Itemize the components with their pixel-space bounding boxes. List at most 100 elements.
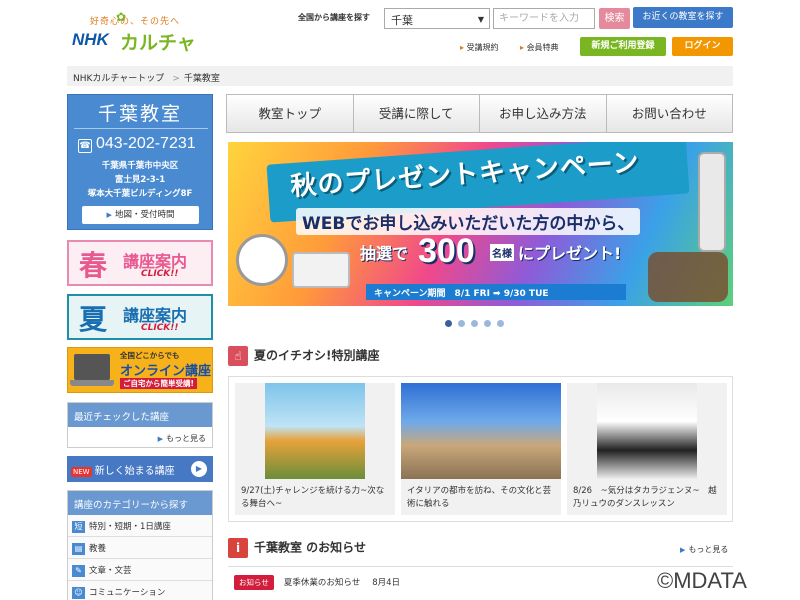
recently-viewed-box: 最近チェックした講座 ▶ もっと見る	[67, 402, 213, 448]
category-item[interactable]: ☺ コミュニケーション	[68, 581, 212, 600]
notice-heading: i 千葉教室 のお知らせ	[228, 538, 366, 558]
recommend-heading: ☝ 夏のイチオシ!特別講座	[228, 346, 379, 366]
online-courses-banner[interactable]: 全国どこからでも オンライン講座 ご自宅から簡単受講!	[67, 347, 213, 393]
laptop-icon	[70, 354, 114, 386]
new-courses-button[interactable]: NEW 新しく始まる講座 ▶	[67, 456, 213, 482]
people-icon: ☺	[72, 586, 85, 599]
notice-item-title: 夏季休業のお知らせ	[283, 578, 361, 588]
course-caption: 8/26 ~気分はタカラジェンヌ~ 越乃リュウのダンスレッスン	[573, 486, 717, 509]
notice-title: 千葉教室 のお知らせ	[254, 540, 366, 555]
member-link[interactable]: ▸ 会員特典	[520, 42, 559, 53]
spring-kanji: 春	[79, 249, 108, 282]
notice-date: 8月4日	[372, 578, 401, 588]
divider	[74, 128, 208, 129]
nav-school-top[interactable]: 教室トップ	[227, 95, 354, 132]
nhk-culture-logo[interactable]: 好奇心の、その先へ ✿ NHK カルチャー	[70, 8, 210, 81]
gloves-icon	[648, 252, 728, 302]
summer-courses-banner[interactable]: 夏 講座案内 CLICK!!	[67, 294, 213, 340]
course-caption: 9/27(土)チャレンジを続ける力~次なる舞台へ~	[241, 486, 385, 509]
category-label: コミュニケーション	[89, 588, 166, 598]
carousel-dot[interactable]	[497, 320, 504, 327]
online-line-3: ご自宅から簡単受講!	[120, 378, 197, 389]
logo-tagline: 好奇心の、その先へ	[90, 17, 181, 27]
campaign-lottery: 抽選で	[360, 244, 409, 263]
map-hours-label: 地図・受付時間	[114, 210, 175, 220]
campaign-present: にプレゼント!	[518, 244, 622, 263]
carousel-dot[interactable]	[484, 320, 491, 327]
spring-courses-banner[interactable]: 春 講座案内 CLICK!!	[67, 240, 213, 286]
nav-attendance[interactable]: 受講に際して	[354, 95, 480, 132]
nearby-school-button[interactable]: お近くの教室を探す	[633, 7, 733, 28]
new-badge: NEW	[71, 467, 92, 477]
breadcrumb-home[interactable]: NHKカルチャートップ	[73, 74, 164, 84]
triangle-right-icon: ▶	[680, 546, 686, 554]
notice-more-label: もっと見る	[688, 545, 729, 554]
course-photo	[401, 383, 561, 479]
info-icon: i	[228, 538, 248, 558]
keyword-input[interactable]	[493, 8, 595, 29]
login-button[interactable]: ログイン	[672, 37, 733, 56]
carousel-dot[interactable]	[471, 320, 478, 327]
recommend-title: 夏のイチオシ!特別講座	[254, 348, 380, 363]
campaign-period: キャンペーン期間 8/1 FRI ➡ 9/30 TUE	[366, 284, 626, 300]
campaign-banner[interactable]: 秋のプレゼントキャンペーン WEBでお申し込みいただいた方の中から、 抽選で 3…	[228, 142, 733, 306]
recommend-card[interactable]: 9/27(土)チャレンジを続ける力~次なる舞台へ~	[235, 383, 395, 515]
course-caption: イタリアの都市を訪ね、その文化と芸術に触れる	[407, 486, 552, 509]
terms-link[interactable]: ▸ 受講規約	[460, 42, 499, 53]
copyright-watermark: ©MDATA	[657, 568, 747, 593]
search-button[interactable]: 検索	[599, 8, 630, 29]
recommend-card[interactable]: 8/26 ~気分はタカラジェンヌ~ 越乃リュウのダンスレッスン	[567, 383, 727, 515]
phone-icon: ☎	[78, 139, 92, 153]
map-hours-button[interactable]: ▶ 地図・受付時間	[82, 206, 199, 224]
alarm-clock-icon	[236, 234, 288, 286]
category-title: 講座のカテゴリーから探す	[68, 491, 212, 515]
carousel-dot[interactable]	[445, 320, 452, 327]
recommend-box: 9/27(土)チャレンジを続ける力~次なる舞台へ~ イタリアの都市を訪ね、その文…	[228, 376, 733, 522]
search-label: 全国から講座を探す	[298, 13, 370, 22]
radio-icon	[292, 252, 350, 288]
category-item[interactable]: ▤ 教養	[68, 537, 212, 559]
notice-badge: お知らせ	[234, 575, 274, 590]
category-icon: 短	[72, 520, 85, 533]
notice-item[interactable]: お知らせ 夏季休業のお知らせ 8月4日	[234, 575, 400, 590]
logo-nhk: NHK	[72, 30, 109, 49]
summer-kanji: 夏	[79, 303, 108, 336]
campaign-count: 300	[418, 232, 475, 270]
spring-click: CLICK!!	[141, 269, 179, 279]
notice-more-link[interactable]: ▶ もっと見る	[680, 544, 728, 555]
breadcrumb-current: 千葉教室	[183, 74, 220, 84]
school-name: 千葉教室	[97, 103, 182, 125]
category-box: 講座のカテゴリーから探す 短特別・短期・1日講座 ▤ 教養 ✎ 文章・文芸 ☺ コミュ…	[67, 490, 213, 600]
category-item[interactable]: ✎ 文章・文芸	[68, 559, 212, 581]
online-line-2: オンライン講座	[120, 364, 212, 379]
nav-how-to-apply[interactable]: お申し込み方法	[480, 95, 607, 132]
sprout-icon: ✿	[116, 10, 127, 24]
new-courses-label: 新しく始まる講座	[94, 466, 175, 477]
prefecture-select[interactable]: 千葉 ▼	[384, 8, 490, 29]
pen-icon: ✎	[72, 564, 85, 577]
course-photo	[265, 383, 365, 479]
arrow-right-icon: ▶	[191, 461, 207, 477]
school-address-1: 千葉県千葉市中央区	[101, 161, 179, 171]
breadcrumb-separator: >	[172, 74, 180, 84]
signup-button[interactable]: 新規ご利用登録	[580, 37, 666, 56]
school-address-2: 富士見2-3-1	[114, 175, 166, 185]
prefecture-value: 千葉	[391, 14, 413, 27]
carousel-dots	[445, 320, 504, 327]
summer-click: CLICK!!	[141, 323, 179, 333]
carousel-dot[interactable]	[458, 320, 465, 327]
breadcrumb: NHKカルチャートップ > 千葉教室	[67, 66, 733, 86]
category-item[interactable]: 短特別・短期・1日講座	[68, 515, 212, 537]
recent-more-link[interactable]: ▶ もっと見る	[158, 433, 206, 444]
campaign-unit: 名様	[490, 244, 514, 261]
category-label: 文章・文芸	[89, 566, 132, 576]
member-link-label: 会員特典	[526, 43, 559, 52]
bottle-icon	[698, 152, 726, 252]
course-photo	[597, 383, 697, 479]
triangle-right-icon: ▶	[157, 435, 163, 443]
campaign-subtext: WEBでお申し込みいただいた方の中から、	[296, 208, 641, 235]
recommend-card[interactable]: イタリアの都市を訪ね、その文化と芸術に触れる	[401, 383, 561, 515]
book-icon: ▤	[72, 542, 85, 555]
school-info-box: 千葉教室 ☎ 043-202-7231 千葉県千葉市中央区 富士見2-3-1 塚…	[67, 94, 213, 230]
nav-contact[interactable]: お問い合わせ	[607, 95, 733, 132]
